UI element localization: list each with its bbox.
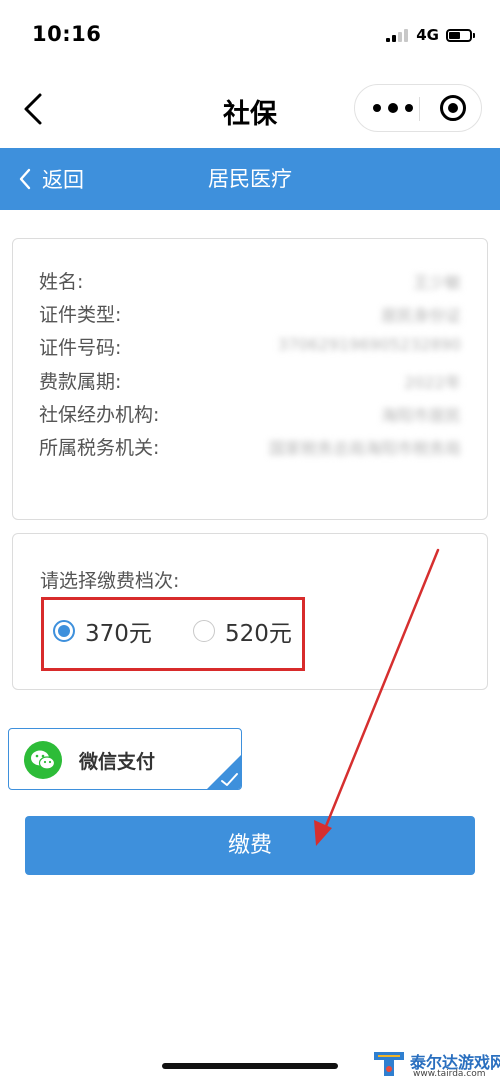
wechat-pay-option[interactable]: 微信支付 — [8, 728, 242, 790]
signal-bars-icon — [386, 28, 410, 42]
info-value-agency: 海阳市居民 — [380, 406, 461, 425]
radio-unchecked-icon[interactable] — [193, 620, 215, 642]
watermark-url: www.tairda.com — [413, 1069, 486, 1079]
tier-option-label: 370元 — [85, 621, 152, 647]
tier-card: 请选择缴费档次: 370元 520元 — [12, 533, 488, 690]
wechat-pay-label: 微信支付 — [79, 751, 156, 773]
tier-label: 请选择缴费档次: — [40, 570, 180, 592]
network-type: 4G — [416, 26, 439, 44]
home-indicator — [162, 1063, 338, 1069]
info-card: 姓名: 王少敏 证件类型: 居民身份证 证件号码: 37062919690523… — [12, 238, 488, 520]
pay-button[interactable]: 缴费 — [25, 816, 475, 875]
tier-option-370[interactable]: 370元 — [53, 614, 152, 648]
info-value-id-number: 370629196905232890 — [277, 335, 461, 354]
header-bar: 返回 居民医疗 — [0, 148, 500, 210]
info-label-tax-office: 所属税务机关: — [39, 437, 160, 459]
wechat-icon — [24, 741, 62, 779]
info-label-id-number: 证件号码: — [39, 337, 122, 359]
battery-icon — [446, 28, 475, 42]
info-value-name: 王少敏 — [412, 273, 461, 292]
status-bar: 10:16 4G — [0, 0, 500, 70]
page: 10:16 4G 社保 返回 居民医疗 姓名: 王少敏 证件类型: 居民身份证 … — [0, 0, 500, 1083]
info-label-period: 费款属期: — [39, 371, 122, 393]
tier-option-label: 520元 — [225, 621, 292, 647]
selected-check-icon — [207, 755, 241, 789]
status-time: 10:16 — [32, 22, 102, 46]
info-value-id-type: 居民身份证 — [380, 306, 461, 325]
info-label-agency: 社保经办机构: — [39, 404, 160, 426]
info-label-name: 姓名: — [39, 271, 84, 293]
capsule-divider — [419, 97, 420, 121]
watermark-logo-icon — [374, 1052, 404, 1076]
more-dots-icon[interactable] — [373, 85, 413, 131]
status-indicators: 4G — [386, 26, 475, 44]
nav-bar: 社保 — [0, 70, 500, 148]
info-label-id-type: 证件类型: — [39, 304, 122, 326]
info-value-period: 2022年 — [404, 373, 461, 392]
tier-option-520[interactable]: 520元 — [193, 614, 292, 648]
mini-program-capsule — [354, 84, 482, 132]
target-circle-icon[interactable] — [440, 95, 466, 121]
info-value-tax-office: 国家税务总局海阳市税务局 — [268, 439, 461, 458]
page-title: 居民医疗 — [208, 167, 292, 191]
radio-checked-icon[interactable] — [53, 620, 75, 642]
